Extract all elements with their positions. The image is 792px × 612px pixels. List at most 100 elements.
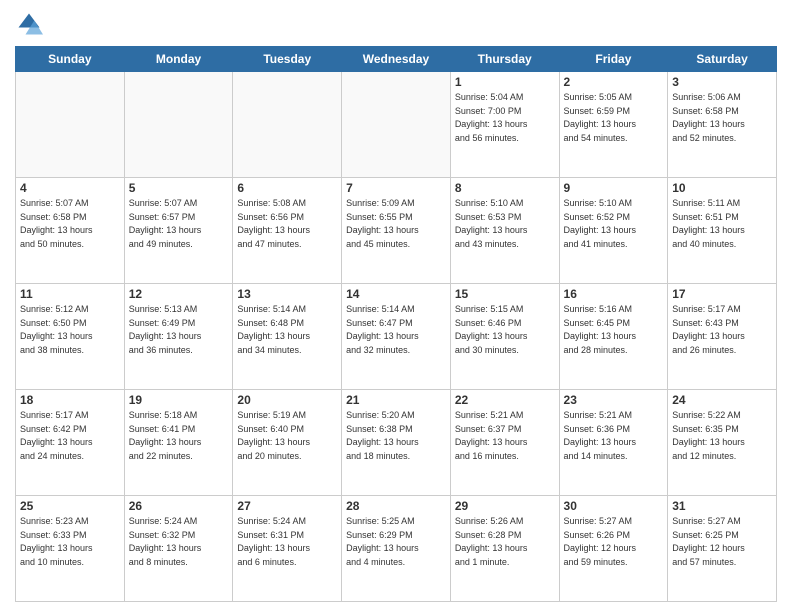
calendar-week-row: 4Sunrise: 5:07 AM Sunset: 6:58 PM Daylig… [16, 178, 777, 284]
day-number: 26 [129, 499, 229, 513]
day-number: 27 [237, 499, 337, 513]
day-info: Sunrise: 5:21 AM Sunset: 6:36 PM Dayligh… [564, 409, 664, 463]
calendar-week-row: 18 Sunrise: 5:17 AM Sunset: 6:42 PM Dayli… [16, 390, 777, 496]
calendar-cell: 3 Sunrise: 5:06 AM Sunset: 6:58 PM Daylig… [668, 72, 777, 178]
day-info: Sunrise: 5:27 AM Sunset: 6:26 PM Dayligh… [564, 515, 664, 569]
day-info: Sunrise: 5:23 AM Sunset: 6:33 PM Dayligh… [20, 515, 120, 569]
day-info: Sunrise: 5:21 AM Sunset: 6:37 PM Dayligh… [455, 409, 555, 463]
calendar-cell: 30 Sunrise: 5:27 AM Sunset: 6:26 PM Dayli… [559, 496, 668, 602]
day-number: 18 [20, 393, 120, 407]
calendar-cell: 23Sunrise: 5:21 AM Sunset: 6:36 PM Dayli… [559, 390, 668, 496]
day-info: Sunrise: 5:27 AM Sunset: 6:25 PM Dayligh… [672, 515, 772, 569]
calendar-cell: 15 Sunrise: 5:15 AM Sunset: 6:46 PM Dayli… [450, 284, 559, 390]
weekday-header-wednesday: Wednesday [342, 47, 451, 72]
day-info: Sunrise: 5:14 AM Sunset: 6:48 PM Dayligh… [237, 303, 337, 357]
calendar-cell: 18 Sunrise: 5:17 AM Sunset: 6:42 PM Dayli… [16, 390, 125, 496]
calendar-cell: 31 Sunrise: 5:27 AM Sunset: 6:25 PM Dayli… [668, 496, 777, 602]
day-info: Sunrise: 5:17 AM Sunset: 6:42 PM Dayligh… [20, 409, 120, 463]
day-info: Sunrise: 5:24 AM Sunset: 6:31 PM Dayligh… [237, 515, 337, 569]
day-number: 25 [20, 499, 120, 513]
day-number: 13 [237, 287, 337, 301]
calendar-cell: 17 Sunrise: 5:17 AM Sunset: 6:43 PM Dayli… [668, 284, 777, 390]
calendar-cell: 8 Sunrise: 5:10 AM Sunset: 6:53 PM Daylig… [450, 178, 559, 284]
day-info: Sunrise: 5:11 AM Sunset: 6:51 PM Dayligh… [672, 197, 772, 251]
day-info: Sunrise: 5:16 AM Sunset: 6:45 PM Dayligh… [564, 303, 664, 357]
calendar-cell: 11 Sunrise: 5:12 AM Sunset: 6:50 PM Dayli… [16, 284, 125, 390]
day-info: Sunrise: 5:20 AM Sunset: 6:38 PM Dayligh… [346, 409, 446, 463]
day-info: Sunrise: 5:26 AM Sunset: 6:28 PM Dayligh… [455, 515, 555, 569]
calendar-cell: 12 Sunrise: 5:13 AM Sunset: 6:49 PM Dayli… [124, 284, 233, 390]
calendar-cell: 2 Sunrise: 5:05 AM Sunset: 6:59 PM Daylig… [559, 72, 668, 178]
calendar-cell [233, 72, 342, 178]
day-info: Sunrise: 5:09 AM Sunset: 6:55 PM Dayligh… [346, 197, 446, 251]
calendar-cell: 7Sunrise: 5:09 AM Sunset: 6:55 PM Daylig… [342, 178, 451, 284]
day-info: Sunrise: 5:12 AM Sunset: 6:50 PM Dayligh… [20, 303, 120, 357]
calendar-cell: 22 Sunrise: 5:21 AM Sunset: 6:37 PM Dayli… [450, 390, 559, 496]
day-info: Sunrise: 5:13 AM Sunset: 6:49 PM Dayligh… [129, 303, 229, 357]
day-number: 20 [237, 393, 337, 407]
day-number: 29 [455, 499, 555, 513]
header [15, 10, 777, 38]
day-number: 12 [129, 287, 229, 301]
day-number: 15 [455, 287, 555, 301]
day-info: Sunrise: 5:22 AM Sunset: 6:35 PM Dayligh… [672, 409, 772, 463]
calendar-cell: 16 Sunrise: 5:16 AM Sunset: 6:45 PM Dayli… [559, 284, 668, 390]
calendar-cell: 4Sunrise: 5:07 AM Sunset: 6:58 PM Daylig… [16, 178, 125, 284]
day-info: Sunrise: 5:05 AM Sunset: 6:59 PM Dayligh… [564, 91, 664, 145]
day-info: Sunrise: 5:14 AM Sunset: 6:47 PM Dayligh… [346, 303, 446, 357]
calendar-cell [342, 72, 451, 178]
day-number: 31 [672, 499, 772, 513]
calendar-cell: 13 Sunrise: 5:14 AM Sunset: 6:48 PM Dayli… [233, 284, 342, 390]
calendar-cell: 10 Sunrise: 5:11 AM Sunset: 6:51 PM Dayli… [668, 178, 777, 284]
day-info: Sunrise: 5:17 AM Sunset: 6:43 PM Dayligh… [672, 303, 772, 357]
day-number: 3 [672, 75, 772, 89]
weekday-header-tuesday: Tuesday [233, 47, 342, 72]
calendar-cell: 5 Sunrise: 5:07 AM Sunset: 6:57 PM Daylig… [124, 178, 233, 284]
calendar-cell: 25 Sunrise: 5:23 AM Sunset: 6:33 PM Dayli… [16, 496, 125, 602]
day-info: Sunrise: 5:06 AM Sunset: 6:58 PM Dayligh… [672, 91, 772, 145]
calendar-table: SundayMondayTuesdayWednesdayThursdayFrid… [15, 46, 777, 602]
day-number: 30 [564, 499, 664, 513]
day-info: Sunrise: 5:18 AM Sunset: 6:41 PM Dayligh… [129, 409, 229, 463]
calendar-cell: 27 Sunrise: 5:24 AM Sunset: 6:31 PM Dayli… [233, 496, 342, 602]
day-number: 21 [346, 393, 446, 407]
day-info: Sunrise: 5:15 AM Sunset: 6:46 PM Dayligh… [455, 303, 555, 357]
calendar-cell: 14Sunrise: 5:14 AM Sunset: 6:47 PM Dayli… [342, 284, 451, 390]
calendar-cell: 19 Sunrise: 5:18 AM Sunset: 6:41 PM Dayli… [124, 390, 233, 496]
day-info: Sunrise: 5:25 AM Sunset: 6:29 PM Dayligh… [346, 515, 446, 569]
day-number: 6 [237, 181, 337, 195]
day-info: Sunrise: 5:10 AM Sunset: 6:52 PM Dayligh… [564, 197, 664, 251]
calendar-cell: 1Sunrise: 5:04 AM Sunset: 7:00 PM Daylig… [450, 72, 559, 178]
day-info: Sunrise: 5:08 AM Sunset: 6:56 PM Dayligh… [237, 197, 337, 251]
day-number: 22 [455, 393, 555, 407]
day-number: 5 [129, 181, 229, 195]
day-info: Sunrise: 5:24 AM Sunset: 6:32 PM Dayligh… [129, 515, 229, 569]
day-number: 17 [672, 287, 772, 301]
day-number: 19 [129, 393, 229, 407]
calendar-cell [16, 72, 125, 178]
day-number: 10 [672, 181, 772, 195]
day-number: 11 [20, 287, 120, 301]
logo-icon [15, 10, 43, 38]
day-info: Sunrise: 5:07 AM Sunset: 6:57 PM Dayligh… [129, 197, 229, 251]
page-container: SundayMondayTuesdayWednesdayThursdayFrid… [0, 0, 792, 612]
day-number: 8 [455, 181, 555, 195]
calendar-cell: 28Sunrise: 5:25 AM Sunset: 6:29 PM Dayli… [342, 496, 451, 602]
day-number: 2 [564, 75, 664, 89]
calendar-cell: 21 Sunrise: 5:20 AM Sunset: 6:38 PM Dayli… [342, 390, 451, 496]
calendar-cell: 24 Sunrise: 5:22 AM Sunset: 6:35 PM Dayli… [668, 390, 777, 496]
calendar-week-row: 11 Sunrise: 5:12 AM Sunset: 6:50 PM Dayli… [16, 284, 777, 390]
day-number: 24 [672, 393, 772, 407]
weekday-header-monday: Monday [124, 47, 233, 72]
weekday-header-saturday: Saturday [668, 47, 777, 72]
calendar-week-row: 25 Sunrise: 5:23 AM Sunset: 6:33 PM Dayli… [16, 496, 777, 602]
weekday-header-row: SundayMondayTuesdayWednesdayThursdayFrid… [16, 47, 777, 72]
day-number: 16 [564, 287, 664, 301]
calendar-cell [124, 72, 233, 178]
day-info: Sunrise: 5:10 AM Sunset: 6:53 PM Dayligh… [455, 197, 555, 251]
weekday-header-friday: Friday [559, 47, 668, 72]
day-number: 4 [20, 181, 120, 195]
calendar-cell: 9 Sunrise: 5:10 AM Sunset: 6:52 PM Daylig… [559, 178, 668, 284]
weekday-header-sunday: Sunday [16, 47, 125, 72]
day-number: 9 [564, 181, 664, 195]
